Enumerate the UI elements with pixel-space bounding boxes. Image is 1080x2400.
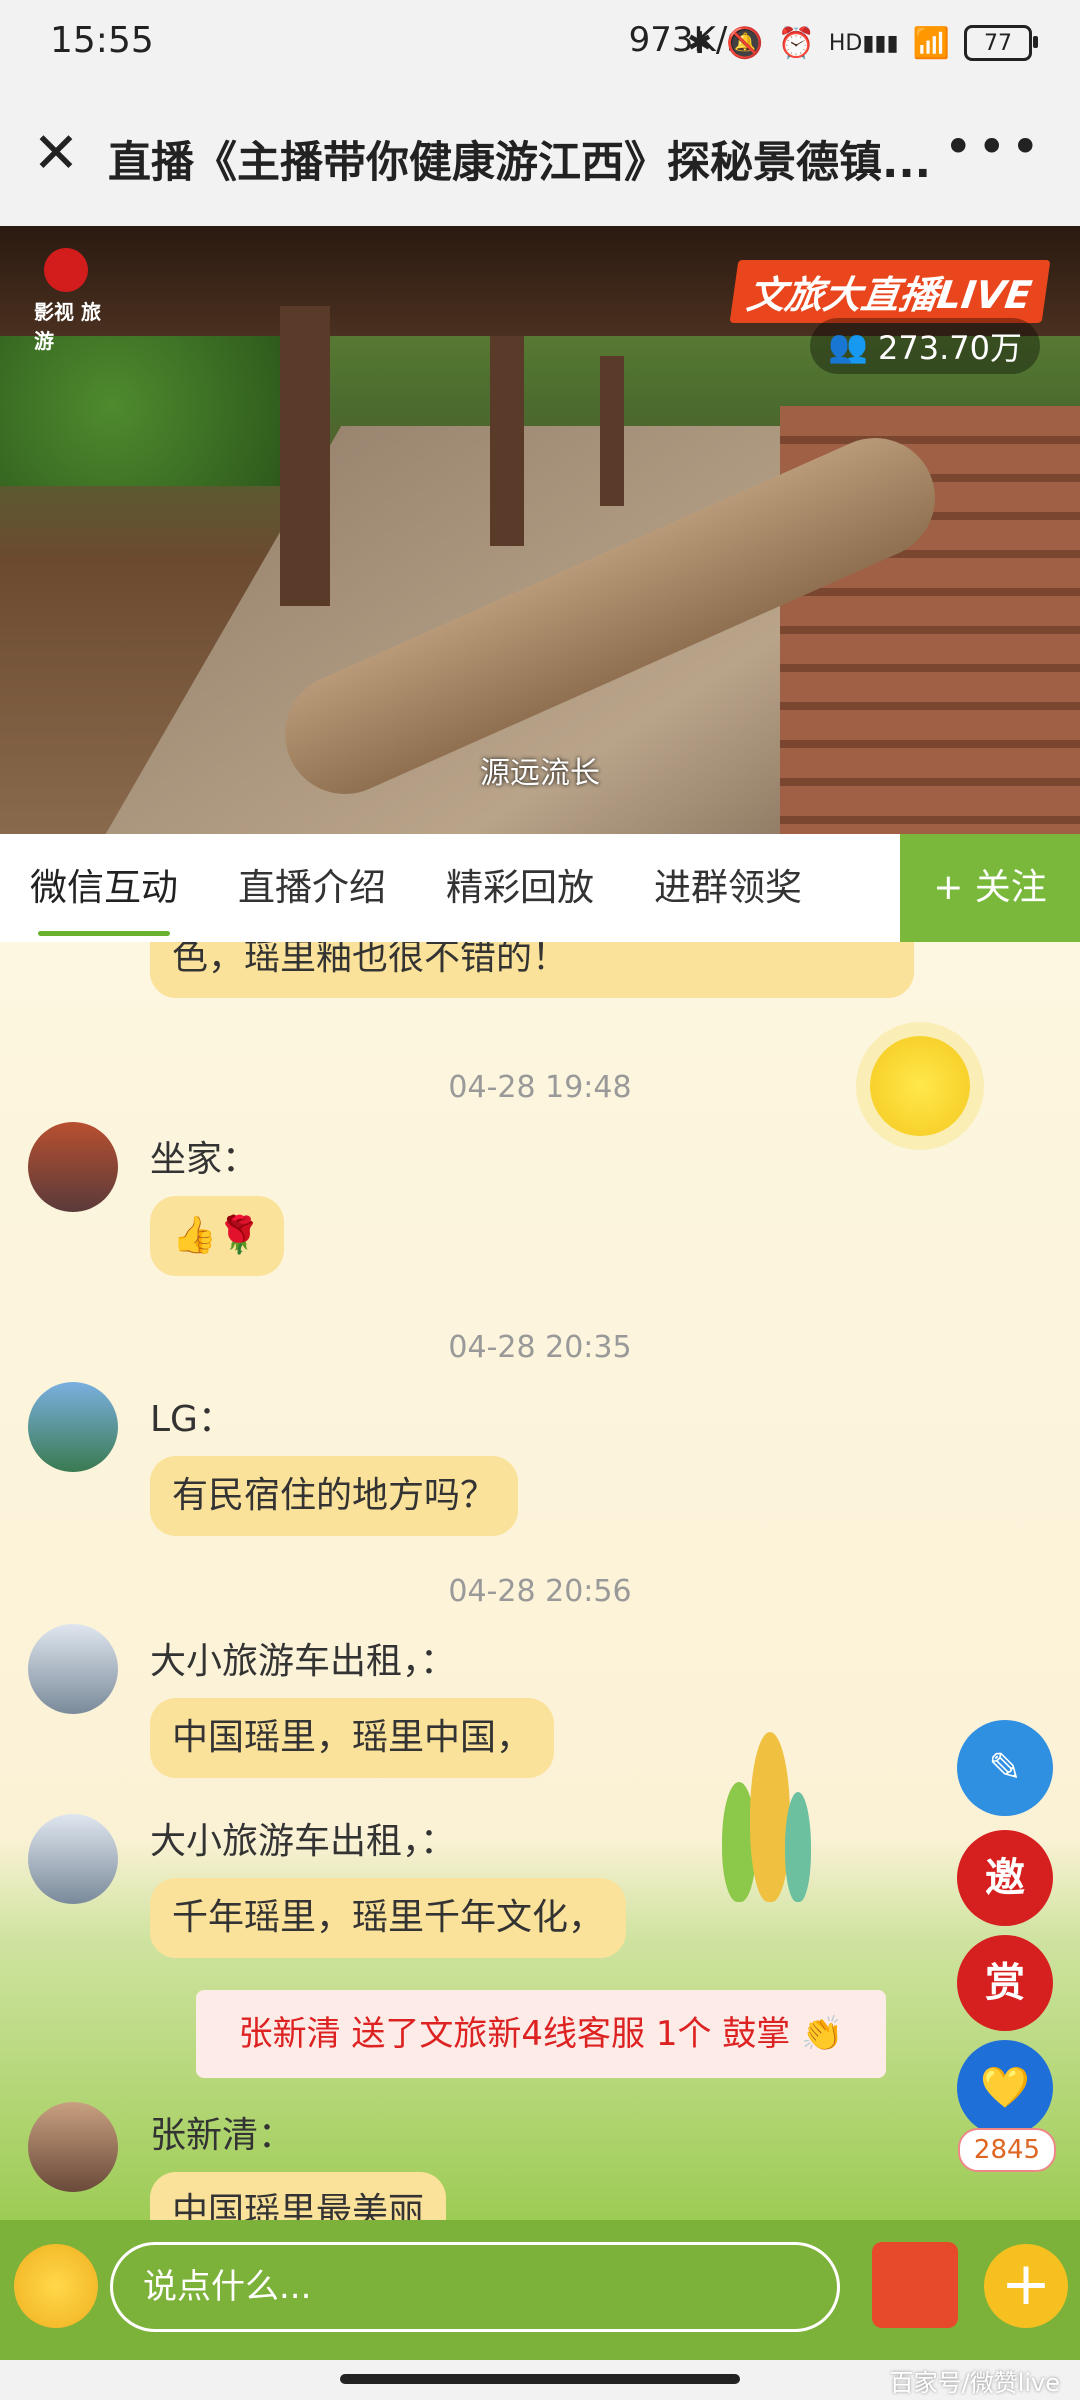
edit-icon[interactable]: ✎ [957, 1720, 1053, 1816]
timestamp: 04-28 20:56 [448, 1574, 632, 1609]
message-text: 中国瑶里最美丽 [172, 2191, 425, 2220]
message-text: 中国瑶里，瑶里中国， [172, 1717, 533, 1758]
gift-banner: 张新清 送了文旅新4线客服 1个 鼓掌 👏 [196, 1990, 886, 2078]
heart-icon[interactable]: 💛 [957, 2040, 1053, 2136]
close-icon[interactable]: ✕ [26, 124, 86, 184]
chat-bubble: 有民宿住的地方吗？ [150, 1456, 519, 1536]
alarm-icon: ⏰ [777, 25, 815, 61]
avatar[interactable] [28, 1814, 118, 1904]
tab-live-intro[interactable]: 直播介绍 [208, 834, 416, 942]
avatar[interactable] [28, 2102, 118, 2192]
timestamp: 04-28 20:35 [448, 1330, 632, 1365]
avatar[interactable] [28, 1122, 118, 1212]
more-icon[interactable]: ••• [944, 118, 1044, 176]
chat-input[interactable]: 说点什么... [110, 2242, 840, 2332]
chat-bubble-partial: 色，瑶里釉也很不错的！ [150, 942, 914, 998]
title-bar: ✕ 直播《主播带你健康游江西》探秘景德镇... ••• [0, 88, 1080, 226]
chat-bubble: 千年瑶里，瑶里千年文化， [150, 1878, 627, 1958]
username: 坐家： [150, 1139, 259, 1180]
channel-logo-text: 影视 旅游 [34, 300, 101, 353]
chat-bubble: 中国瑶里，瑶里中国， [150, 1698, 555, 1778]
watermark: 百家号/微赞live [889, 2369, 1060, 2397]
status-bar: 15:55 973K/s ✱ 🔕 ⏰ HD▮▮▮ 📶 77 [0, 0, 1080, 88]
channel-logo: 影视 旅游 [34, 248, 114, 353]
username: 大小旅游车出租，： [150, 1821, 457, 1862]
chat-area[interactable]: 色，瑶里釉也很不错的！ 04-28 19:48 坐家： 👍🌹 04-28 20:… [0, 942, 1080, 2220]
tab-replay[interactable]: 精彩回放 [416, 834, 624, 942]
video-subtitle: 源远流长 [480, 756, 600, 791]
tab-join-group[interactable]: 进群领奖 [624, 834, 832, 942]
tree-decoration [785, 1792, 811, 1902]
avatar[interactable] [28, 1382, 118, 1472]
avatar[interactable] [28, 1624, 118, 1714]
status-time: 15:55 [50, 20, 154, 61]
like-count: 2845 [958, 2128, 1056, 2172]
video-pillar [280, 306, 330, 606]
tree-decoration [750, 1732, 790, 1902]
timestamp: 04-28 19:48 [448, 1070, 632, 1105]
viewer-count: 👥 273.70万 [810, 318, 1040, 374]
signal-icon: HD▮▮▮ [828, 30, 899, 56]
mute-icon: 🔕 [726, 25, 764, 61]
message-text: 👍🌹 [172, 1215, 262, 1256]
channel-logo-mark [44, 248, 88, 292]
username: LG： [150, 1399, 234, 1440]
chat-bubble: 中国瑶里最美丽 [150, 2172, 447, 2220]
follow-button[interactable]: + 关注 [900, 834, 1080, 942]
message-text: 色，瑶里釉也很不错的！ [172, 942, 569, 978]
username: 张新清： [150, 2115, 295, 2156]
bluetooth-icon: ✱ [686, 25, 713, 61]
reward-button[interactable]: 赏 [957, 1935, 1053, 2031]
invite-button[interactable]: 邀 [957, 1830, 1053, 1926]
video-pillar [490, 336, 524, 546]
battery-icon: 77 [964, 25, 1038, 61]
brand-badge: 文旅大直播LIVE [729, 260, 1051, 323]
message-text: 有民宿住的地方吗？ [172, 1475, 497, 1516]
emoji-icon[interactable] [14, 2244, 98, 2328]
message-text: 千年瑶里，瑶里千年文化， [172, 1897, 605, 1938]
status-icons: ✱ 🔕 ⏰ HD▮▮▮ 📶 77 [686, 18, 1038, 68]
page-title: 直播《主播带你健康游江西》探秘景德镇... [108, 138, 932, 188]
tab-bar: 微信互动 直播介绍 精彩回放 进群领奖 + 关注 [0, 834, 1080, 942]
gift-icon[interactable] [872, 2242, 958, 2328]
video-player[interactable]: 影视 旅游 文旅大直播LIVE 👥 273.70万 源远流长 [0, 226, 1080, 834]
wifi-icon: 📶 [912, 25, 950, 61]
input-bar: 说点什么... + [0, 2220, 1080, 2360]
tab-wechat-interact[interactable]: 微信互动 [0, 834, 208, 942]
username: 大小旅游车出租，： [150, 1641, 457, 1682]
viewer-count-value: 273.70万 [878, 329, 1022, 367]
chat-bubble: 👍🌹 [150, 1196, 284, 1276]
video-pillar [600, 356, 624, 506]
plus-icon[interactable]: + [984, 2244, 1068, 2328]
home-indicator[interactable] [340, 2374, 740, 2384]
viewers-icon: 👥 [828, 327, 869, 365]
